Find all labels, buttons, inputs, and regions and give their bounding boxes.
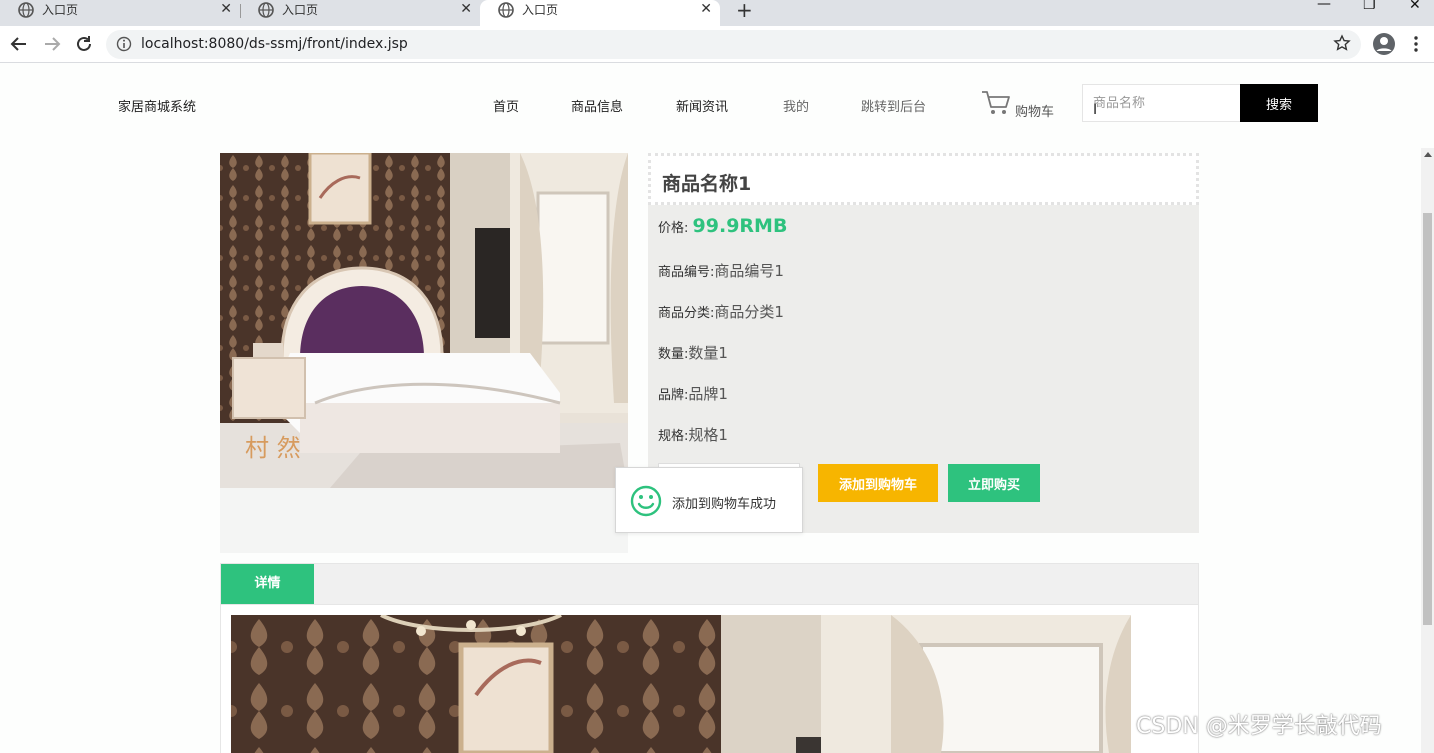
browser-tab[interactable]: 入口页 ✕ [0, 0, 241, 26]
more-menu-icon[interactable] [1410, 34, 1422, 54]
price-label: 价格: [658, 221, 689, 236]
field-value: 规格1 [688, 426, 728, 444]
close-tab-icon[interactable]: ✕ [700, 0, 712, 18]
shopping-cart-icon [982, 91, 1010, 114]
search-button[interactable]: 搜索 [1240, 84, 1318, 122]
restore-icon[interactable]: ❐ [1363, 0, 1376, 13]
success-toast: 添加到购物车成功 [615, 467, 803, 533]
field-label: 规格: [658, 429, 689, 444]
add-to-cart-button[interactable]: 添加到购物车 [818, 464, 938, 502]
cart-label: 购物车 [1015, 105, 1055, 120]
forward-icon[interactable] [41, 33, 63, 55]
close-window-icon[interactable]: ✕ [1409, 0, 1421, 13]
nav-mine[interactable]: 我的 [783, 96, 809, 115]
scrollbar-thumb[interactable] [1423, 213, 1432, 625]
field-label: 商品编号: [658, 265, 715, 280]
new-tab-icon[interactable]: + [736, 0, 753, 22]
url-field[interactable]: localhost:8080/ds-ssmj/front/index.jsp [106, 30, 1361, 59]
browser-tab[interactable]: 入口页 ✕ [240, 0, 480, 26]
bookmark-star-icon[interactable] [1333, 34, 1351, 52]
scroll-up-arrow-icon[interactable] [1424, 152, 1432, 157]
minimize-icon[interactable]: — [1317, 0, 1331, 12]
web-page: 家居商城系统 首页 商品信息 新闻资讯 我的 跳转到后台 购物车 搜索 I [0, 63, 1434, 753]
info-icon[interactable] [116, 36, 132, 52]
field-value: 数量1 [688, 344, 728, 362]
product-code-row: 商品编号:商品编号1 [658, 260, 784, 281]
reload-icon[interactable] [73, 33, 95, 55]
nav-products[interactable]: 商品信息 [571, 96, 623, 115]
product-category-row: 商品分类:商品分类1 [658, 301, 784, 322]
field-value: 商品编号1 [714, 262, 784, 280]
url-text: localhost:8080/ds-ssmj/front/index.jsp [141, 36, 408, 52]
product-title-box: 商品名称1 [648, 153, 1199, 205]
address-bar: localhost:8080/ds-ssmj/front/index.jsp [0, 26, 1434, 63]
tab-title: 入口页 [42, 3, 79, 17]
smile-icon [630, 485, 662, 517]
nav-admin[interactable]: 跳转到后台 [861, 96, 926, 115]
back-icon[interactable] [8, 33, 30, 55]
field-label: 商品分类: [658, 306, 715, 321]
csdn-watermark: CSDN @米罗学长敲代码 [1136, 714, 1382, 739]
globe-icon [18, 2, 34, 18]
product-image[interactable]: 村 然 [220, 153, 628, 488]
field-label: 数量: [658, 347, 689, 362]
browser-tab-active[interactable]: 入口页 ✕ [480, 0, 720, 26]
spec-row: 规格:规格1 [658, 424, 728, 445]
nav-home[interactable]: 首页 [493, 96, 519, 115]
account-icon[interactable] [1372, 32, 1396, 56]
toast-message: 添加到购物车成功 [672, 497, 777, 512]
globe-icon [498, 2, 514, 18]
quantity-row: 数量:数量1 [658, 342, 728, 363]
field-label: 品牌: [658, 388, 689, 403]
close-tab-icon[interactable]: ✕ [460, 0, 472, 18]
bedroom-photo: 村 然 [220, 153, 628, 488]
close-tab-icon[interactable]: ✕ [220, 0, 232, 18]
field-value: 商品分类1 [714, 303, 784, 321]
globe-icon [258, 2, 274, 18]
product-name: 商品名称1 [662, 173, 752, 195]
nav-news[interactable]: 新闻资讯 [676, 96, 728, 115]
detail-image [231, 615, 1131, 753]
price-row: 价格: 99.9RMB [658, 215, 787, 237]
search-input[interactable] [1082, 84, 1240, 122]
text-cursor-icon: I [1093, 102, 1098, 118]
field-value: 品牌1 [688, 385, 728, 403]
buy-now-button[interactable]: 立即购买 [948, 464, 1040, 502]
price-value: 99.9RMB [692, 215, 788, 237]
bedroom-detail-photo [231, 615, 1131, 753]
tab-detail[interactable]: 详情 [221, 564, 314, 604]
tab-title: 入口页 [282, 3, 319, 17]
site-brand[interactable]: 家居商城系统 [118, 96, 196, 115]
detail-tab-bar [220, 563, 1199, 605]
tab-title: 入口页 [522, 3, 559, 17]
browser-tab-strip: 入口页 ✕ 入口页 ✕ 入口页 ✕ + — ❐ ✕ [0, 0, 1434, 26]
image-watermark-text: 村 然 [245, 434, 301, 462]
brand-row: 品牌:品牌1 [658, 383, 728, 404]
